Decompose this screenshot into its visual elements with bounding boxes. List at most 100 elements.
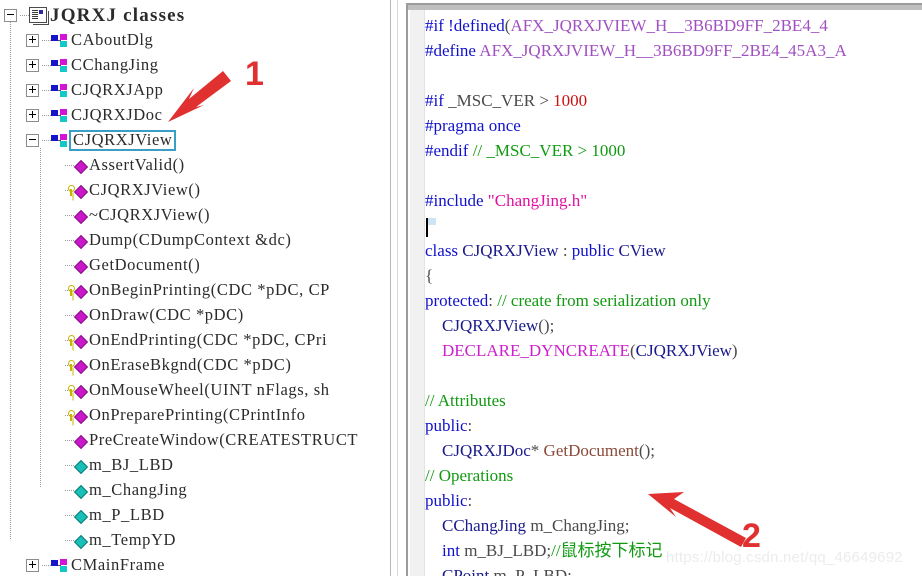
tree-item[interactable]: GetDocument() bbox=[0, 253, 390, 278]
method-icon bbox=[73, 234, 89, 249]
tree-connector bbox=[42, 40, 51, 41]
code-token: : bbox=[467, 416, 473, 435]
code-token: CJQRXJView bbox=[462, 241, 559, 260]
method-icon bbox=[73, 259, 89, 274]
tree-connector bbox=[65, 490, 74, 491]
tree-connector bbox=[42, 115, 51, 116]
tree-item-label: CJQRXJView bbox=[69, 130, 177, 151]
code-token: CJQRXJView bbox=[442, 316, 539, 335]
tree-collapse-icon[interactable] bbox=[4, 8, 17, 22]
tree-connector bbox=[65, 165, 74, 166]
tree-connector bbox=[65, 265, 74, 266]
tree-item-label: m_P_LBD bbox=[89, 505, 165, 525]
method-icon bbox=[73, 309, 89, 324]
code-token: ; bbox=[624, 516, 630, 535]
tree-item[interactable]: m_BJ_LBD bbox=[0, 453, 390, 478]
tree-item[interactable]: Dump(CDumpContext &dc) bbox=[0, 228, 390, 253]
code-token: : bbox=[488, 291, 498, 310]
tree-connector bbox=[20, 14, 29, 16]
code-token: #if !defined bbox=[425, 16, 505, 35]
tree-item[interactable]: m_ChangJing bbox=[0, 478, 390, 503]
method-protected-icon bbox=[68, 184, 89, 199]
pane-splitter[interactable] bbox=[390, 0, 398, 576]
tree-item[interactable]: CMainFrame bbox=[0, 553, 390, 576]
tree-connector bbox=[65, 540, 74, 541]
code-line: public: bbox=[425, 413, 922, 438]
code-token: CView bbox=[618, 241, 666, 260]
tree-item[interactable]: OnMouseWheel(UINT nFlags, sh bbox=[0, 378, 390, 403]
tree-item-label: m_TempYD bbox=[89, 530, 177, 550]
code-token: : bbox=[558, 241, 572, 260]
tree-item-label: GetDocument() bbox=[89, 255, 201, 275]
tree-item-label: OnMouseWheel(UINT nFlags, sh bbox=[89, 380, 330, 400]
tree-expand-icon[interactable] bbox=[26, 59, 39, 72]
tree-item[interactable]: m_TempYD bbox=[0, 528, 390, 553]
tree-item-label: OnDraw(CDC *pDC) bbox=[89, 305, 244, 325]
tree-expand-icon[interactable] bbox=[26, 109, 39, 122]
member-variable-icon bbox=[73, 509, 89, 524]
annotation-label-2: 2 bbox=[742, 517, 761, 555]
code-token: CPoint bbox=[442, 566, 490, 576]
tree-item[interactable]: CJQRXJView() bbox=[0, 178, 390, 203]
code-token: (); bbox=[638, 441, 655, 460]
code-token: // _MSC_VER > 1000 bbox=[472, 141, 626, 160]
text-caret bbox=[426, 218, 428, 237]
tree-item[interactable]: OnPreparePrinting(CPrintInfo bbox=[0, 403, 390, 428]
editor-top-strip bbox=[408, 5, 922, 10]
tree-item[interactable]: CAboutDlg bbox=[0, 28, 390, 53]
tree-item-label: PreCreateWindow(CREATESTRUCT bbox=[89, 430, 359, 450]
tree-item-label: CMainFrame bbox=[71, 555, 165, 575]
editor-selection-margin[interactable] bbox=[410, 10, 425, 576]
tree-root-node[interactable]: JQRXJ classes bbox=[0, 2, 390, 28]
code-token: m_ChangJing bbox=[530, 516, 625, 535]
tree-connector bbox=[65, 515, 74, 516]
tree-connector bbox=[65, 465, 74, 466]
tree-item-label: OnEraseBkgnd(CDC *pDC) bbox=[89, 355, 292, 375]
code-line: CJQRXJView(); bbox=[425, 313, 922, 338]
class-icon bbox=[51, 33, 68, 48]
tree-expand-icon[interactable] bbox=[26, 559, 39, 572]
tree-item-label: JQRXJ classes bbox=[50, 4, 186, 26]
tree-item-label: CJQRXJApp bbox=[71, 80, 164, 100]
code-token: "ChangJing.h" bbox=[487, 191, 588, 210]
method-icon bbox=[73, 209, 89, 224]
tree-collapse-icon[interactable] bbox=[26, 134, 39, 147]
method-protected-icon bbox=[68, 384, 89, 399]
member-variable-icon bbox=[73, 484, 89, 499]
tree-item[interactable]: ~CJQRXJView() bbox=[0, 203, 390, 228]
code-token: _MSC_VER bbox=[448, 91, 536, 110]
tree-item-label: AssertValid() bbox=[89, 155, 185, 175]
code-token: : bbox=[467, 491, 473, 510]
code-token: // Attributes bbox=[425, 391, 506, 410]
tree-item[interactable]: OnBeginPrinting(CDC *pDC, CP bbox=[0, 278, 390, 303]
tree-connector bbox=[65, 215, 74, 216]
tree-item[interactable]: OnEraseBkgnd(CDC *pDC) bbox=[0, 353, 390, 378]
code-token: #include bbox=[425, 191, 484, 210]
code-line: #pragma once bbox=[425, 113, 922, 138]
tree-item-label: CChangJing bbox=[71, 55, 159, 75]
class-icon bbox=[51, 83, 68, 98]
tree-item-label: OnBeginPrinting(CDC *pDC, CP bbox=[89, 280, 330, 300]
code-token: #pragma once bbox=[425, 116, 521, 135]
tree-item[interactable]: AssertValid() bbox=[0, 153, 390, 178]
tree-item[interactable]: PreCreateWindow(CREATESTRUCT bbox=[0, 428, 390, 453]
code-token: GetDocument bbox=[543, 441, 639, 460]
tree-item[interactable]: m_P_LBD bbox=[0, 503, 390, 528]
annotation-label-1: 1 bbox=[245, 55, 264, 93]
code-token: public bbox=[425, 491, 468, 510]
code-token: * bbox=[530, 441, 544, 460]
tree-expand-icon[interactable] bbox=[26, 34, 39, 47]
tree-connector bbox=[65, 440, 74, 441]
method-protected-icon bbox=[68, 359, 89, 374]
code-token: > bbox=[535, 91, 554, 110]
tree-expand-icon[interactable] bbox=[26, 84, 39, 97]
member-variable-icon bbox=[73, 459, 89, 474]
tree-item[interactable]: OnEndPrinting(CDC *pDC, CPri bbox=[0, 328, 390, 353]
tree-connector bbox=[42, 565, 51, 566]
tree-item[interactable]: OnDraw(CDC *pDC) bbox=[0, 303, 390, 328]
